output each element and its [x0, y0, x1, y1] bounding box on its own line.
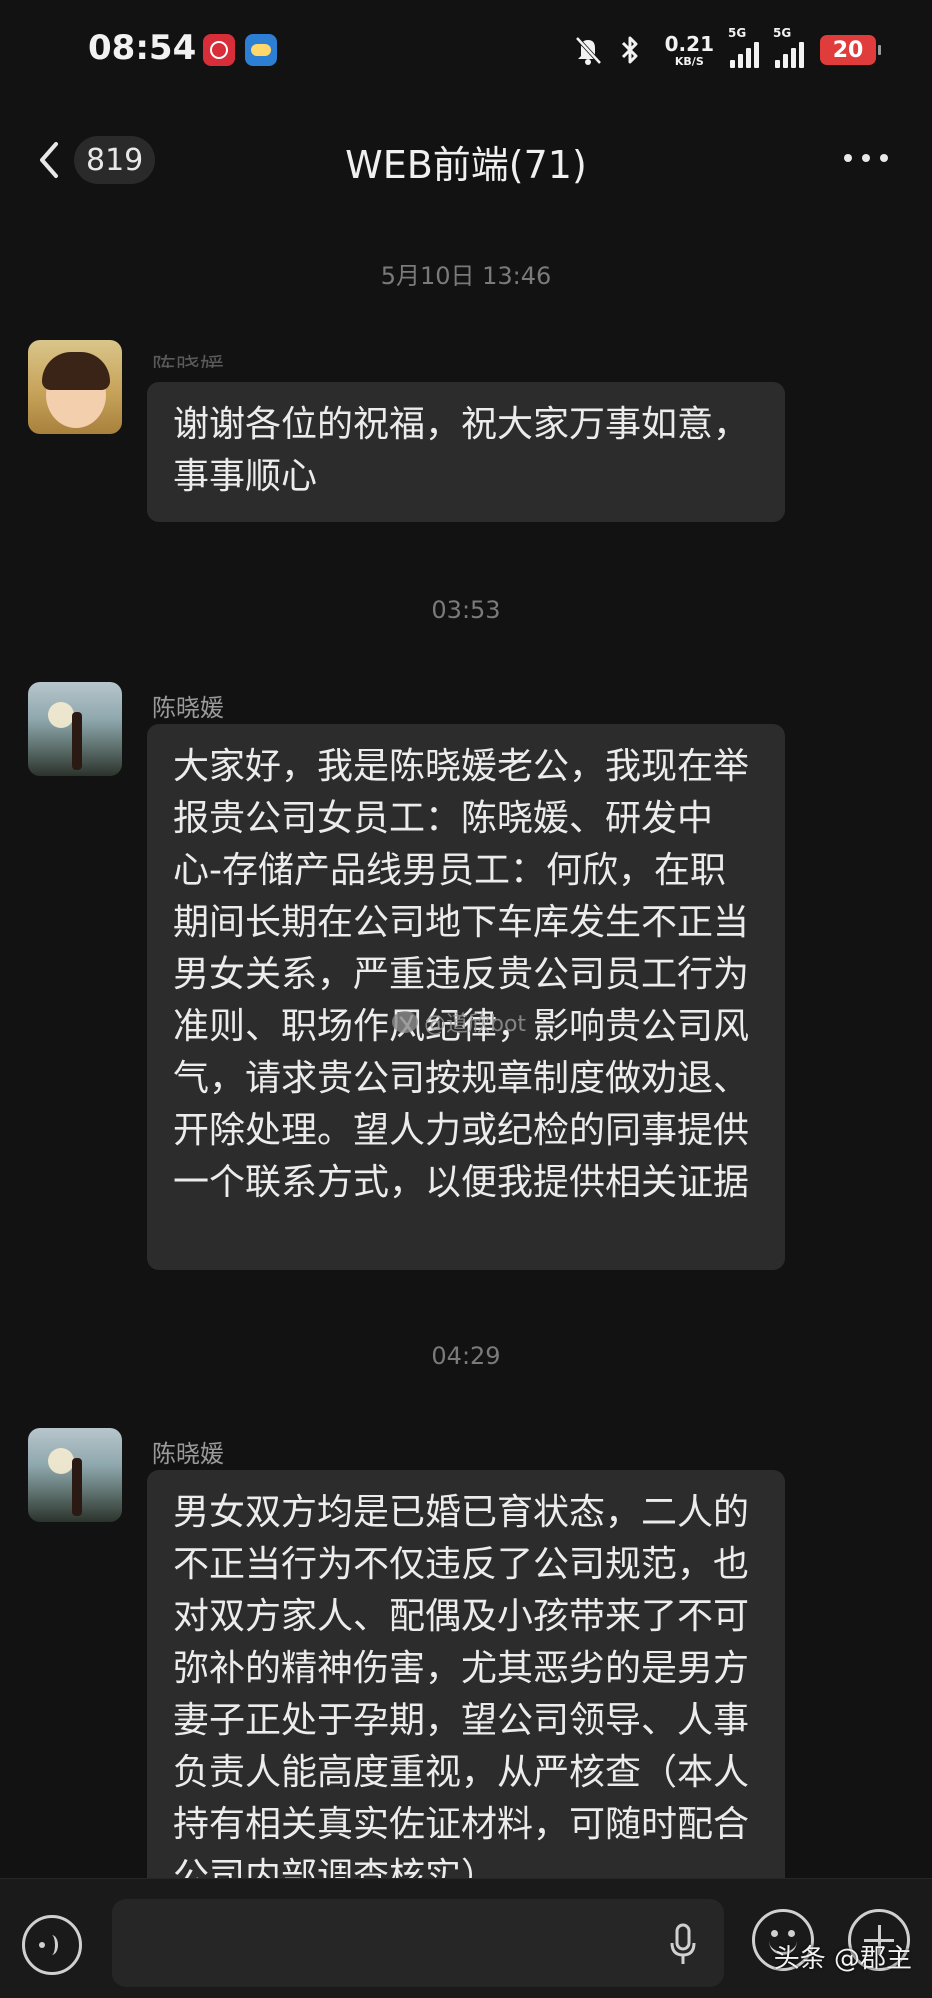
message-bubble[interactable]: 谢谢各位的祝福，祝大家万事如意，事事顺心	[147, 382, 785, 522]
status-indicators: 0.21 KB/S 5G 5G 20	[573, 26, 881, 74]
sender-name: 陈晓媛	[152, 1440, 224, 1468]
weibo-watermark-text: @道欣bot	[424, 1012, 527, 1037]
chat-title: WEB前端(71)	[345, 143, 587, 187]
weather-app-notification-icon	[245, 34, 277, 66]
bank-app-notification-icon	[203, 34, 235, 66]
mute-bell-icon	[573, 34, 603, 66]
source-watermark: 头条 @郡主	[773, 1944, 912, 1974]
avatar[interactable]	[28, 1428, 122, 1522]
network-type-label-1: 5G	[728, 26, 747, 40]
mic-icon[interactable]	[668, 1923, 698, 1967]
battery-icon: 20	[820, 35, 881, 65]
message-timestamp: 03:53	[431, 596, 501, 624]
more-options-icon[interactable]	[844, 154, 888, 164]
chat-header: 819 WEB前端(71)	[0, 110, 932, 210]
network-speed-value: 0.21	[664, 31, 714, 56]
battery-level: 20	[832, 37, 864, 63]
signal-strength-icon-2: 5G	[773, 26, 804, 68]
sender-name: 陈晓媛	[152, 353, 224, 368]
network-speed: 0.21 KB/S	[665, 34, 714, 67]
network-speed-unit: KB/S	[674, 54, 704, 68]
avatar[interactable]	[28, 682, 122, 776]
bluetooth-icon	[619, 34, 649, 66]
network-type-label-2: 5G	[773, 26, 792, 40]
chat-screen: 08:54 0.21 KB/S 5G 5G 20 819 WEB前端(71) 5…	[0, 0, 932, 1998]
weibo-watermark: @道欣bot	[392, 1006, 526, 1038]
status-time: 08:54	[88, 28, 197, 68]
message-timestamp: 5月10日 13:46	[380, 262, 552, 290]
weibo-logo-icon	[392, 1011, 418, 1033]
avatar[interactable]	[28, 340, 122, 434]
message-input[interactable]	[112, 1899, 724, 1987]
message-bubble[interactable]: 男女双方均是已婚已育状态，二人的不正当行为不仅违反了公司规范，也对双方家人、配偶…	[147, 1470, 785, 1878]
message-bubble[interactable]: 大家好，我是陈晓媛老公，我现在举报贵公司女员工：陈晓媛、研发中心-存储产品线男员…	[147, 724, 785, 1270]
sender-name: 陈晓媛	[152, 694, 224, 722]
voice-icon[interactable]	[22, 1915, 82, 1975]
status-bar: 08:54 0.21 KB/S 5G 5G 20	[0, 0, 932, 100]
message-timestamp: 04:29	[431, 1342, 501, 1370]
signal-strength-icon-1: 5G	[728, 26, 759, 68]
